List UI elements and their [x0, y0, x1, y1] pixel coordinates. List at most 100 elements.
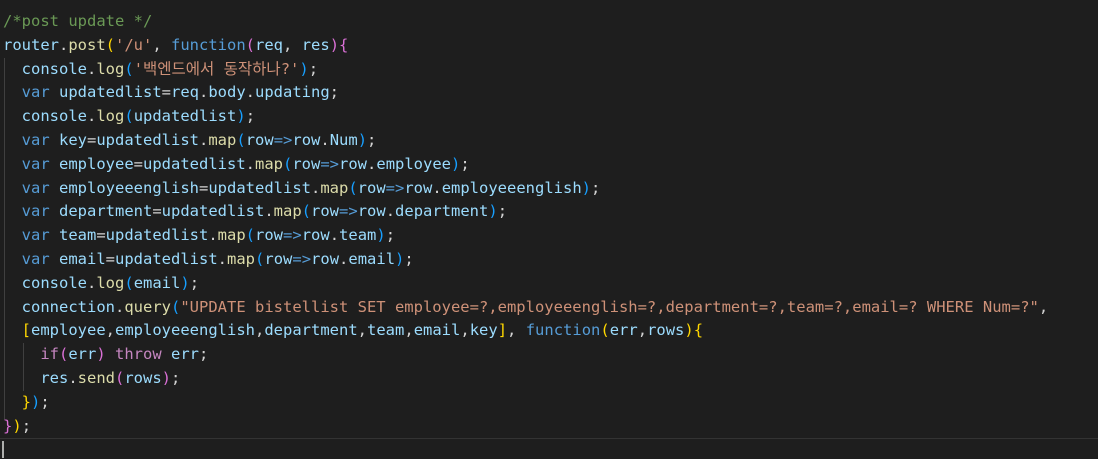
code-token: err	[609, 321, 638, 340]
code-token: ;	[591, 178, 601, 197]
code-token: row	[264, 249, 293, 268]
code-token: updatedlist	[133, 107, 237, 126]
code-token: ;	[367, 130, 377, 149]
code-line[interactable]: console.log(updatedlist);	[3, 105, 1098, 129]
code-token: }	[3, 416, 13, 435]
code-token: ,	[637, 321, 648, 340]
code-token: )	[395, 249, 405, 268]
code-token: body	[208, 83, 246, 102]
code-token: =	[133, 154, 143, 173]
code-line[interactable]: console.log('백엔드에서 동작하나?');	[3, 58, 1098, 82]
code-line[interactable]: console.log(email);	[3, 272, 1098, 296]
code-token: key	[59, 130, 87, 149]
code-token: ;	[171, 368, 181, 387]
code-token: rows	[647, 321, 685, 340]
code-token: updatedlist	[143, 154, 246, 173]
code-token: department	[395, 202, 489, 221]
code-line[interactable]: [employee,employeeenglish,department,tea…	[3, 319, 1098, 343]
code-token: employee	[31, 321, 106, 340]
code-lines[interactable]: /*post update */ router.post('/u', functi…	[3, 10, 1098, 438]
code-line[interactable]: var employeeenglish=updatedlist.map(row=…	[3, 177, 1098, 201]
code-token: )	[236, 107, 246, 126]
code-token: ,	[460, 321, 470, 340]
code-token: =	[96, 226, 106, 245]
code-token: map	[217, 226, 246, 245]
code-token: email	[413, 321, 461, 340]
code-line[interactable]: var email=updatedlist.map(row=>row.email…	[3, 248, 1098, 272]
code-token: )	[376, 226, 386, 245]
code-token: employeeenglish	[59, 178, 199, 197]
code-token: req	[255, 35, 284, 54]
code-token: if	[3, 345, 59, 364]
code-token: .	[199, 83, 209, 102]
code-token: )	[581, 178, 592, 197]
code-token: router	[3, 35, 59, 54]
code-editor[interactable]: /*post update */ router.post('/u', functi…	[0, 0, 1098, 459]
code-line[interactable]: var updatedlist=req.body.updating;	[3, 81, 1098, 105]
code-token: ,	[255, 321, 265, 340]
code-token: ,	[105, 321, 116, 340]
code-token: /*post update */	[3, 12, 153, 30]
code-line[interactable]: var team=updatedlist.map(row=>row.team);	[3, 224, 1098, 248]
code-token: .	[68, 368, 78, 387]
code-token: var	[3, 226, 59, 245]
code-token: '백엔드에서 동작하나?'	[133, 59, 300, 78]
code-token: {	[693, 321, 704, 340]
code-token: function	[525, 321, 601, 340]
code-token: console	[3, 107, 87, 126]
code-token: throw	[105, 345, 172, 364]
code-token: ,	[152, 35, 172, 54]
code-token: res	[3, 368, 69, 387]
code-token: .	[329, 226, 340, 245]
code-token: )	[357, 130, 368, 149]
code-token: }	[3, 392, 31, 411]
code-token: .	[320, 130, 330, 149]
code-line[interactable]: });	[3, 415, 1098, 439]
code-line[interactable]: var employee=updatedlist.map(row=>row.em…	[3, 153, 1098, 177]
code-token: (	[236, 130, 246, 149]
code-token: (	[245, 226, 256, 245]
code-line[interactable]: router.post('/u', function(req, res){	[3, 34, 1098, 58]
code-token: var	[3, 202, 59, 221]
code-token: var	[3, 178, 59, 197]
code-token: (	[171, 297, 181, 316]
code-token: err	[171, 345, 200, 364]
code-line[interactable]: });	[3, 391, 1098, 415]
code-line[interactable]: if(err) throw err;	[3, 343, 1098, 367]
code-token: .	[199, 130, 209, 149]
code-token: row	[311, 202, 340, 221]
code-token: updatedlist	[208, 178, 311, 197]
code-token: row	[357, 178, 386, 197]
code-token: row	[404, 178, 433, 197]
code-token: req	[171, 83, 199, 102]
code-token: employeeenglish	[115, 321, 255, 340]
code-token: row	[301, 226, 330, 245]
editor-empty-line-area[interactable]	[0, 438, 1098, 459]
code-token: row	[245, 130, 274, 149]
code-token: .	[245, 154, 255, 173]
code-token: send	[77, 368, 115, 387]
code-token: .	[245, 83, 256, 102]
code-token: (	[283, 154, 293, 173]
code-token: ;	[40, 392, 50, 411]
code-token: (	[124, 107, 134, 126]
code-token: .	[367, 154, 377, 173]
code-token: updating	[255, 83, 330, 102]
code-token: function	[171, 35, 246, 54]
code-token: =	[198, 178, 209, 197]
code-line[interactable]: /*post update */	[3, 10, 1098, 34]
code-token: department	[264, 321, 358, 340]
code-token: updatedlist	[59, 83, 162, 102]
code-token: (	[255, 249, 265, 268]
code-token: updatedlist	[115, 249, 218, 268]
code-token: ;	[329, 83, 340, 102]
code-line[interactable]: connection.query("UPDATE bistellist SET …	[3, 296, 1098, 320]
code-line[interactable]: var department=updatedlist.map(row=>row.…	[3, 200, 1098, 224]
code-token: .	[114, 297, 125, 316]
code-token: updatedlist	[105, 226, 209, 245]
code-token: ;	[189, 273, 200, 292]
code-token: ,	[357, 321, 368, 340]
code-line[interactable]: res.send(rows);	[3, 367, 1098, 391]
code-token: res	[301, 35, 330, 54]
code-line[interactable]: var key=updatedlist.map(row=>row.Num);	[3, 129, 1098, 153]
